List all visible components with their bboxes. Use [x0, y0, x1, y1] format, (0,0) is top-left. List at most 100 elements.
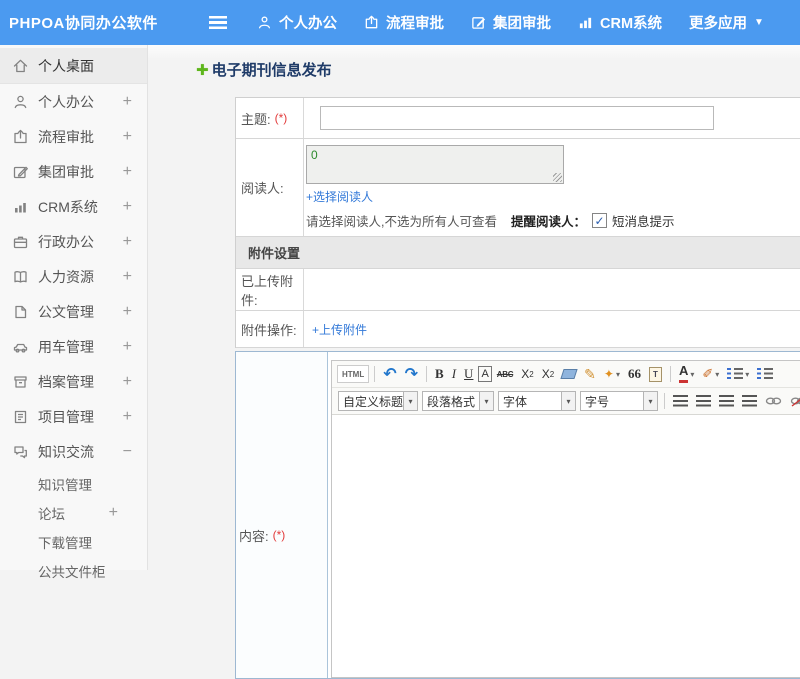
insert-link-button[interactable] [762, 391, 785, 411]
sidebar-item-archive-management[interactable]: 档案管理 + [0, 364, 147, 399]
italic-button[interactable]: I [449, 364, 459, 384]
clipboard-icon [12, 409, 29, 425]
sidebar-item-group-approval[interactable]: 集团审批 + [0, 154, 147, 189]
expand-plus[interactable]: + [109, 504, 135, 522]
nav-item-workflow-approval[interactable]: 流程审批 [364, 12, 444, 33]
sidebar: 个人桌面 个人办公 + 流程审批 + 集团审批 + CRM系统 + 行政办公 +… [0, 45, 148, 570]
remove-link-button[interactable] [787, 391, 800, 411]
nav-label: 更多应用 [689, 12, 747, 33]
readers-textarea[interactable]: 0 [306, 145, 564, 184]
sidebar-subitem-knowledge-management[interactable]: 知识管理 [0, 469, 147, 498]
html-source-button[interactable]: HTML [337, 365, 369, 383]
subject-value-cell [304, 98, 800, 138]
content-editor-cell: HTML ↶ ↷ B I U A ABC X2 X2 ✎ ✦▾ 66 T [328, 352, 800, 678]
flow-icon [364, 15, 379, 30]
sidebar-item-label: 档案管理 [38, 372, 123, 392]
superscript-button[interactable]: X2 [518, 364, 536, 384]
expand-plus[interactable]: + [123, 93, 135, 111]
sidebar-item-workflow-approval[interactable]: 流程审批 + [0, 119, 147, 154]
expand-plus[interactable]: + [123, 198, 135, 216]
sidebar-item-crm-system[interactable]: CRM系统 + [0, 189, 147, 224]
nav-item-personal-office[interactable]: 个人办公 [257, 12, 337, 33]
sidebar-item-vehicle-management[interactable]: 用车管理 + [0, 329, 147, 364]
page-title: ✚ 电子期刊信息发布 [148, 45, 800, 80]
paragraph-format-select[interactable]: 段落格式 ▾ [422, 391, 494, 411]
sidebar-subitem-public-file-cabinet[interactable]: 公共文件柜 [0, 556, 147, 585]
blockquote-button[interactable]: 66 [625, 364, 644, 384]
sidebar-item-label: 集团审批 [38, 162, 123, 182]
paragraph-select-value: 段落格式 [422, 391, 480, 411]
expand-plus[interactable]: + [123, 268, 135, 286]
sidebar-item-label: 公共文件柜 [38, 561, 118, 581]
sidebar-item-label: 知识交流 [38, 442, 123, 462]
subject-input[interactable] [320, 106, 714, 130]
expand-plus[interactable]: + [123, 233, 135, 251]
align-center-button[interactable] [693, 391, 714, 411]
highlight-color-button[interactable]: ✐▾ [699, 364, 722, 384]
uploaded-value-cell [304, 269, 800, 310]
sidebar-item-admin-office[interactable]: 行政办公 + [0, 224, 147, 259]
nav-item-crm-system[interactable]: CRM系统 [578, 12, 662, 33]
nav-label: 流程审批 [386, 12, 444, 33]
edit-icon [12, 164, 29, 180]
hamburger-menu-icon[interactable] [209, 16, 227, 29]
app-logo: PHPOA协同办公软件 [0, 12, 209, 33]
nav-item-group-approval[interactable]: 集团审批 [471, 12, 551, 33]
underline-button[interactable]: U [461, 364, 476, 384]
font-size-select[interactable]: 字号 ▾ [580, 391, 658, 411]
expand-plus[interactable]: + [123, 163, 135, 181]
subject-row: 主题: (*) [236, 98, 800, 139]
sidebar-item-human-resources[interactable]: 人力资源 + [0, 259, 147, 294]
heading-select[interactable]: 自定义标题 ▾ [338, 391, 418, 411]
font-color-button[interactable]: A▾ [676, 364, 697, 384]
editor-content-area[interactable] [332, 415, 800, 677]
collapse-minus[interactable]: − [123, 443, 135, 461]
sidebar-item-knowledge-exchange[interactable]: 知识交流 − [0, 434, 147, 469]
sidebar-item-label: 个人办公 [38, 92, 123, 112]
sidebar-item-document-management[interactable]: 公文管理 + [0, 294, 147, 329]
subscript-button[interactable]: X2 [539, 364, 557, 384]
format-brush-icon[interactable]: ✎ [581, 364, 599, 384]
sidebar-subitem-download-management[interactable]: 下载管理 [0, 527, 147, 556]
sms-checkbox[interactable]: ✓ [592, 213, 607, 228]
top-nav: 个人办公 流程审批 集团审批 CRM系统 更多应用 ▼ [257, 12, 791, 33]
unordered-list-button[interactable] [754, 364, 776, 384]
align-justify-icon [742, 395, 757, 407]
bold-button[interactable]: B [432, 364, 447, 384]
readers-hint-text: 请选择阅读人,不选为所有人可查看 [306, 211, 497, 230]
sidebar-item-project-management[interactable]: 项目管理 + [0, 399, 147, 434]
subject-label-cell: 主题: (*) [236, 98, 304, 138]
upload-attachment-link[interactable]: +上传附件 [312, 321, 367, 338]
align-right-button[interactable] [716, 391, 737, 411]
ordered-list-button[interactable]: ▾ [724, 364, 752, 384]
operation-label-cell: 附件操作: [236, 311, 304, 347]
highlighter-icon: ✐ [702, 366, 713, 382]
superscript-mark: 2 [529, 370, 533, 379]
expand-plus[interactable]: + [123, 373, 135, 391]
quick-format-button[interactable]: ✦▾ [601, 364, 623, 384]
sidebar-subitem-forum[interactable]: 论坛 + [0, 498, 147, 527]
font-name-select[interactable]: 字体 ▾ [498, 391, 576, 411]
align-left-button[interactable] [670, 391, 691, 411]
expand-plus[interactable]: + [123, 128, 135, 146]
char-border-button[interactable]: A [478, 366, 491, 382]
align-justify-button[interactable] [739, 391, 760, 411]
expand-plus[interactable]: + [123, 408, 135, 426]
readers-label: 阅读人: [241, 178, 284, 197]
chart-icon [12, 199, 29, 215]
sidebar-item-personal-office[interactable]: 个人办公 + [0, 84, 147, 119]
remove-format-button[interactable] [559, 364, 579, 384]
redo-icon[interactable]: ↷ [402, 364, 421, 384]
sidebar-item-label: CRM系统 [38, 197, 123, 217]
strikethrough-button[interactable]: ABC [494, 364, 516, 384]
toolbar-separator [670, 366, 671, 382]
sidebar-item-personal-desktop[interactable]: 个人桌面 [0, 48, 147, 84]
plain-paste-button[interactable]: T [646, 364, 665, 384]
nav-item-more-apps[interactable]: 更多应用 ▼ [689, 12, 764, 33]
expand-plus[interactable]: + [123, 338, 135, 356]
undo-icon[interactable]: ↶ [380, 364, 399, 384]
select-readers-link[interactable]: +选择阅读人 [306, 188, 373, 205]
caret-down-icon: ▾ [404, 391, 418, 411]
expand-plus[interactable]: + [123, 303, 135, 321]
rich-text-editor: HTML ↶ ↷ B I U A ABC X2 X2 ✎ ✦▾ 66 T [331, 360, 800, 678]
